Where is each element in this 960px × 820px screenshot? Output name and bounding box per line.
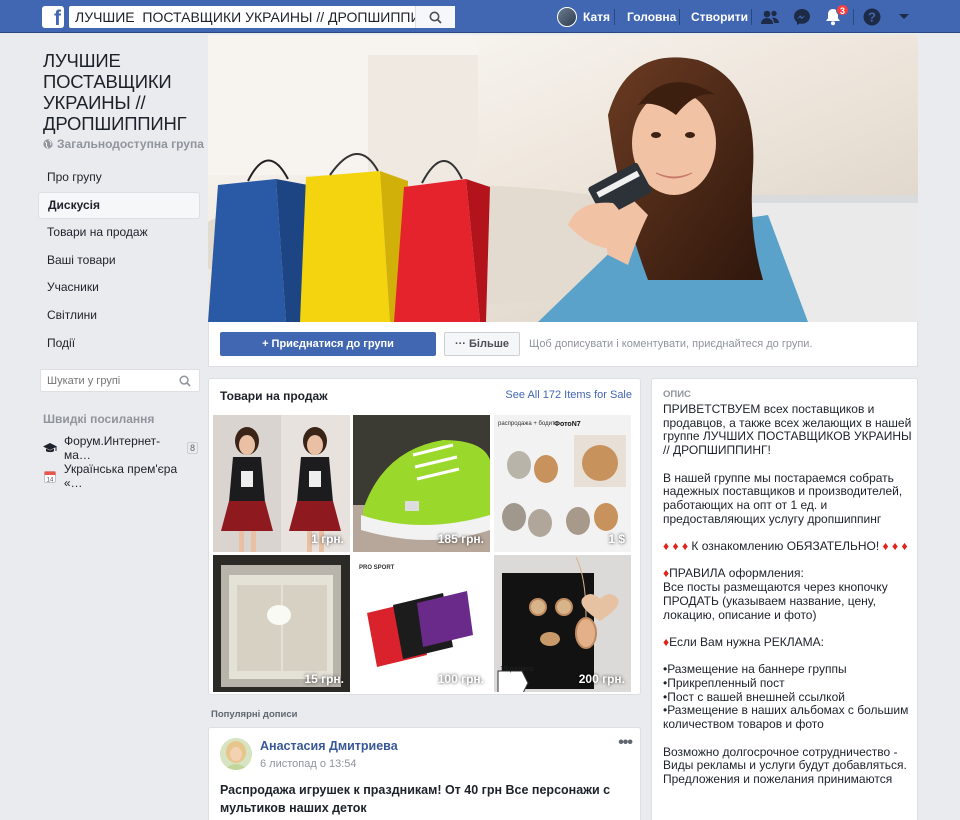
search-input[interactable] xyxy=(69,6,421,28)
item-price: 200 грн. xyxy=(578,672,625,686)
nav-item-about[interactable]: Про групу xyxy=(38,164,200,192)
shortcut-item[interactable]: 14 Українська прем'єра «… xyxy=(43,462,198,490)
cover-image xyxy=(208,35,918,322)
shortcut-item[interactable]: Форум.Интернет-ма… 8 xyxy=(43,434,198,462)
globe-icon xyxy=(43,139,53,149)
popular-posts-label: Популярні дописи xyxy=(211,709,298,720)
search-icon xyxy=(429,11,442,24)
sale-item[interactable]: 15 грн. xyxy=(213,555,350,692)
post-author[interactable]: Анастасия Дмитриева xyxy=(260,739,398,753)
item-photo-caption: ФотоN7 xyxy=(554,421,581,428)
group-actions-bar: + Приєднатися до групи ··· Більше Щоб до… xyxy=(208,322,918,367)
group-search-input[interactable] xyxy=(41,370,171,391)
profile-link[interactable]: Катя xyxy=(557,7,610,27)
item-photo-caption: PRO SPORT xyxy=(359,565,395,571)
group-navigation: Про групу Дискусія Товари на продаж Ваші… xyxy=(38,164,200,357)
create-link[interactable]: Створити xyxy=(691,10,748,24)
group-search xyxy=(40,369,200,392)
sale-item[interactable]: распродажа + бодит ФотоN7 1 $ xyxy=(494,415,631,552)
help-icon[interactable]: ? xyxy=(862,7,882,27)
friend-requests-icon[interactable] xyxy=(760,7,780,27)
item-price: 1 $ xyxy=(608,532,625,546)
calendar-icon: 14 xyxy=(43,469,57,483)
notifications-badge: 3 xyxy=(836,4,850,16)
item-photo-caption: 19 размер xyxy=(500,666,534,673)
post-timestamp[interactable]: 6 листопад о 13:54 xyxy=(260,758,357,770)
avatar[interactable] xyxy=(220,738,252,770)
post-card: Анастасия Дмитриева 6 листопад о 13:54 •… xyxy=(208,727,641,820)
shortcut-count: 8 xyxy=(186,442,198,454)
nav-item-for-sale[interactable]: Товари на продаж xyxy=(38,219,200,247)
nav-item-events[interactable]: Події xyxy=(38,330,200,358)
description-text: ПРИВЕТСТВУЕМ всех поставщиков и продавцо… xyxy=(663,402,912,786)
group-privacy: Загальнодоступна група xyxy=(43,137,204,151)
sale-item[interactable]: 19 размер 200 грн. xyxy=(494,555,631,692)
nav-item-members[interactable]: Учасники xyxy=(38,274,200,302)
join-group-button[interactable]: + Приєднатися до групи xyxy=(220,332,436,356)
sale-item[interactable]: PRO SPORT 100 грн. xyxy=(353,555,490,692)
divider xyxy=(853,9,854,25)
description-card: ОПИС ПРИВЕТСТВУЕМ всех поставщиков и про… xyxy=(651,378,918,820)
more-button[interactable]: ··· Більше xyxy=(444,332,520,356)
join-hint: Щоб дописувати і коментувати, приєднайте… xyxy=(529,338,813,350)
divider xyxy=(614,9,615,25)
privacy-label: Загальнодоступна група xyxy=(57,137,204,151)
svg-text:14: 14 xyxy=(47,477,54,483)
item-price: 100 грн. xyxy=(437,672,484,686)
avatar xyxy=(557,7,577,27)
group-title[interactable]: ЛУЧШИЕ ПОСТАВЩИКИ УКРАИНЫ // ДРОПШИППИНГ xyxy=(43,50,203,134)
item-price: 1 грн. xyxy=(311,532,344,546)
divider xyxy=(679,9,680,25)
svg-text:?: ? xyxy=(868,10,876,25)
global-search xyxy=(69,6,455,28)
nav-item-your-items[interactable]: Ваші товари xyxy=(38,247,200,275)
account-menu-chevron-down-icon[interactable] xyxy=(894,7,914,27)
top-navigation-bar: f Катя Головна Створити 3 ? xyxy=(0,0,960,33)
search-icon[interactable] xyxy=(179,375,191,387)
item-price: 15 грн. xyxy=(304,672,344,686)
shortcut-label: Українська прем'єра «… xyxy=(63,462,178,490)
for-sale-title: Товари на продаж xyxy=(220,389,328,403)
post-text: Распродажа игрушек к праздникам! От 40 г… xyxy=(220,783,611,815)
see-all-link[interactable]: See All 172 Items for Sale xyxy=(505,389,632,401)
sale-item[interactable]: 1 грн. xyxy=(213,415,350,552)
messenger-icon[interactable] xyxy=(792,7,812,27)
nav-item-discussion[interactable]: Дискусія xyxy=(38,191,200,220)
user-name: Катя xyxy=(583,10,611,24)
graduation-cap-icon xyxy=(43,441,57,455)
divider xyxy=(751,9,752,25)
item-photo-caption: распродажа + бодит xyxy=(498,421,555,427)
sale-item[interactable]: 185 грн. xyxy=(353,415,490,552)
cover-photo[interactable] xyxy=(208,35,918,322)
description-label: ОПИС xyxy=(663,389,691,400)
search-button[interactable] xyxy=(415,6,455,28)
facebook-logo-icon[interactable]: f xyxy=(42,6,64,28)
home-link[interactable]: Головна xyxy=(627,10,676,24)
shortcuts-title: Швидкі посилання xyxy=(43,412,155,426)
post-options-icon[interactable]: ••• xyxy=(618,734,633,752)
shortcut-label: Форум.Интернет-ма… xyxy=(64,434,161,462)
nav-item-photos[interactable]: Світлини xyxy=(38,302,200,330)
item-price: 185 грн. xyxy=(437,532,484,546)
for-sale-card: Товари на продаж See All 172 Items for S… xyxy=(208,378,641,695)
